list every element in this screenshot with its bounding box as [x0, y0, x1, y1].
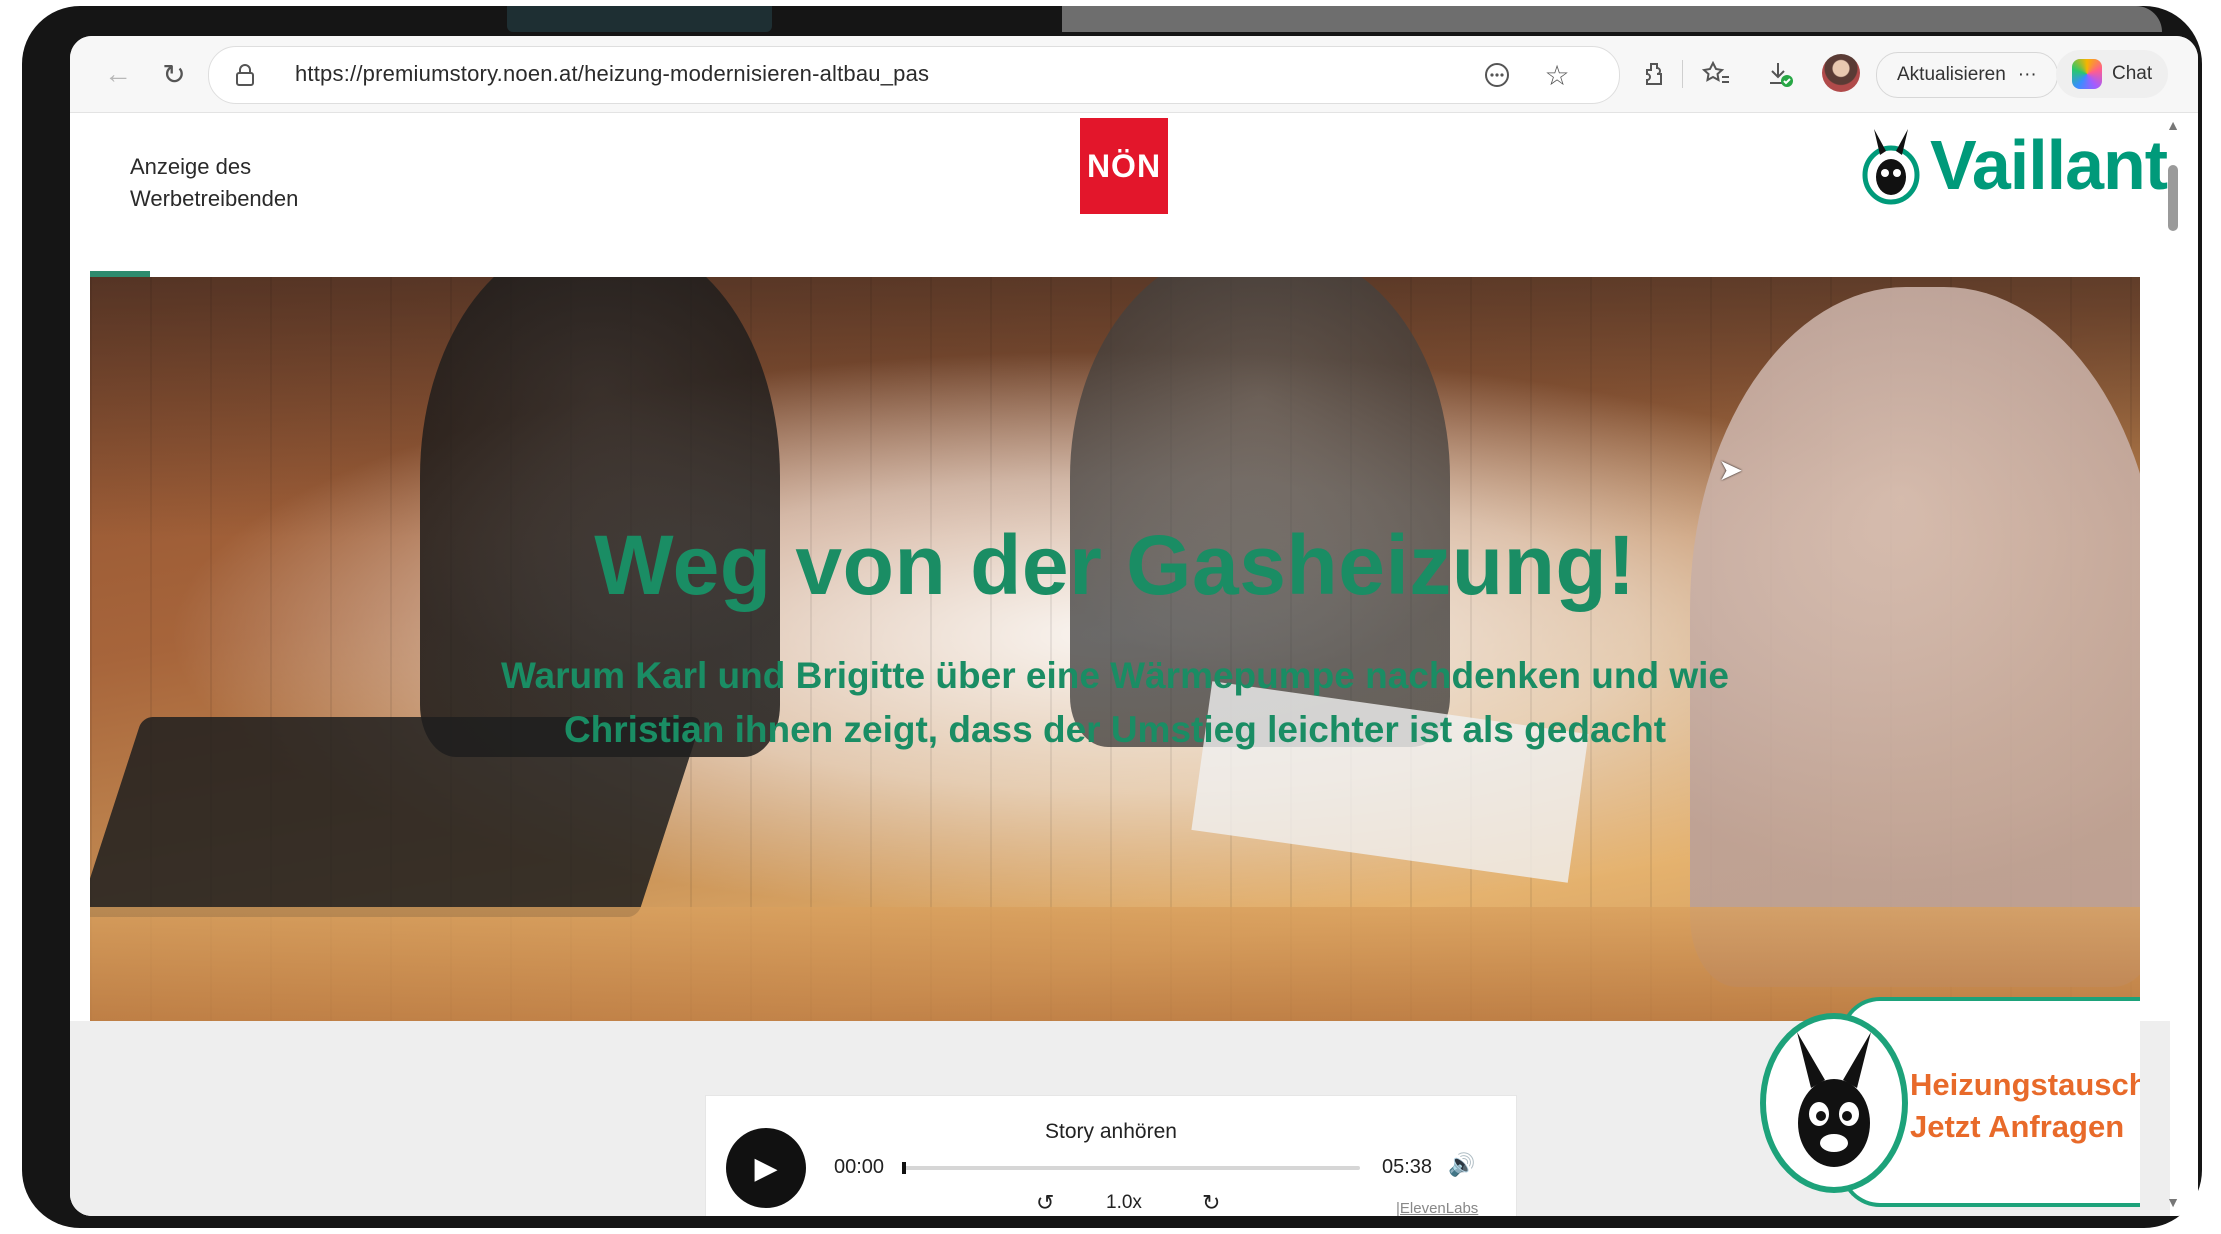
frame-decoration	[1062, 6, 2162, 32]
mouse-cursor-icon: ➤	[1718, 454, 1744, 487]
web-page: Anzeige des Werbetreibenden NÖN Vaillant	[70, 113, 2198, 1216]
profile-avatar[interactable]	[1822, 54, 1860, 92]
more-dots-icon: ···	[2017, 64, 2037, 85]
total-time: 05:38	[1382, 1156, 1433, 1178]
extensions-icon[interactable]	[1632, 52, 1676, 96]
scroll-down-arrow-icon[interactable]: ▼	[2166, 1194, 2180, 1210]
address-bar[interactable]: https://premiumstory.noen.at/heizung-mod…	[208, 46, 1620, 104]
favorites-icon[interactable]	[1694, 52, 1738, 96]
tablet-frame: ← ↻ https://premiumstory.noen.at/heizung…	[22, 6, 2202, 1228]
url-text[interactable]: https://premiumstory.noen.at/heizung-mod…	[295, 61, 929, 87]
reload-icon[interactable]: ↻	[152, 52, 196, 96]
audio-player: ▶ Story anhören 00:00 05:38 🔊 ↺ 1.0x ↻ |…	[705, 1095, 1517, 1216]
frame-decoration	[507, 6, 772, 32]
update-label: Aktualisieren	[1897, 64, 2006, 85]
update-button[interactable]: Aktualisieren ···	[1876, 52, 2058, 98]
hero-title: Weg von der Gasheizung!	[594, 518, 1636, 612]
reader-mode-icon[interactable]	[1475, 53, 1519, 97]
seek-bar[interactable]	[902, 1162, 1360, 1174]
playback-speed[interactable]: 1.0x	[1106, 1192, 1142, 1214]
favorite-star-icon[interactable]: ☆	[1535, 53, 1579, 97]
rewind-icon[interactable]: ↺	[1036, 1190, 1054, 1216]
copilot-chat-button[interactable]: Chat	[2056, 50, 2169, 98]
current-time: 00:00	[834, 1156, 885, 1178]
site-header: Anzeige des Werbetreibenden NÖN Vaillant	[70, 113, 2170, 251]
downloads-icon[interactable]	[1758, 52, 1802, 96]
lock-icon[interactable]	[223, 53, 267, 97]
vaillant-wordmark: Vaillant	[1930, 126, 2168, 204]
toolbar-separator	[1682, 60, 1683, 88]
chat-label: Chat	[2112, 63, 2153, 84]
seek-knob[interactable]	[902, 1162, 906, 1174]
scroll-up-arrow-icon[interactable]: ▲	[2166, 117, 2180, 133]
advertiser-label: Anzeige des Werbetreibenden	[130, 154, 299, 211]
noen-logo[interactable]: NÖN	[1080, 118, 1168, 214]
browser-toolbar: ← ↻ https://premiumstory.noen.at/heizung…	[70, 36, 2198, 113]
copilot-icon	[2072, 59, 2102, 89]
hero-image: Weg von der Gasheizung! Warum Karl und B…	[90, 277, 2140, 1021]
back-arrow-icon[interactable]: ←	[96, 52, 140, 96]
elevenlabs-credit-link[interactable]: |ElevenLabs	[1396, 1200, 1478, 1216]
person-brigitte	[1690, 287, 2140, 987]
player-title: Story anhören	[1045, 1120, 1177, 1143]
hero-subtitle: Warum Karl und Brigitte über eine Wärmep…	[500, 655, 1730, 750]
vaillant-rabbit-icon[interactable]	[1760, 1013, 1908, 1193]
browser-window: ← ↻ https://premiumstory.noen.at/heizung…	[70, 36, 2198, 1216]
vaillant-logo[interactable]: Vaillant	[1860, 125, 2168, 205]
volume-icon[interactable]: 🔊	[1448, 1152, 1475, 1178]
forward-icon[interactable]: ↻	[1202, 1190, 1220, 1216]
cta-action[interactable]: Jetzt Anfragen	[1910, 1109, 2124, 1145]
scrollbar-thumb[interactable]	[2168, 165, 2178, 231]
scrollbar[interactable]: ▲ ▼	[2166, 113, 2190, 1216]
vaillant-rabbit-icon	[1862, 129, 1920, 205]
cta-heading[interactable]: Heizungstausch	[1910, 1067, 2140, 1103]
cta-widget[interactable]: Heizungstausch Jetzt Anfragen	[1760, 997, 2140, 1209]
